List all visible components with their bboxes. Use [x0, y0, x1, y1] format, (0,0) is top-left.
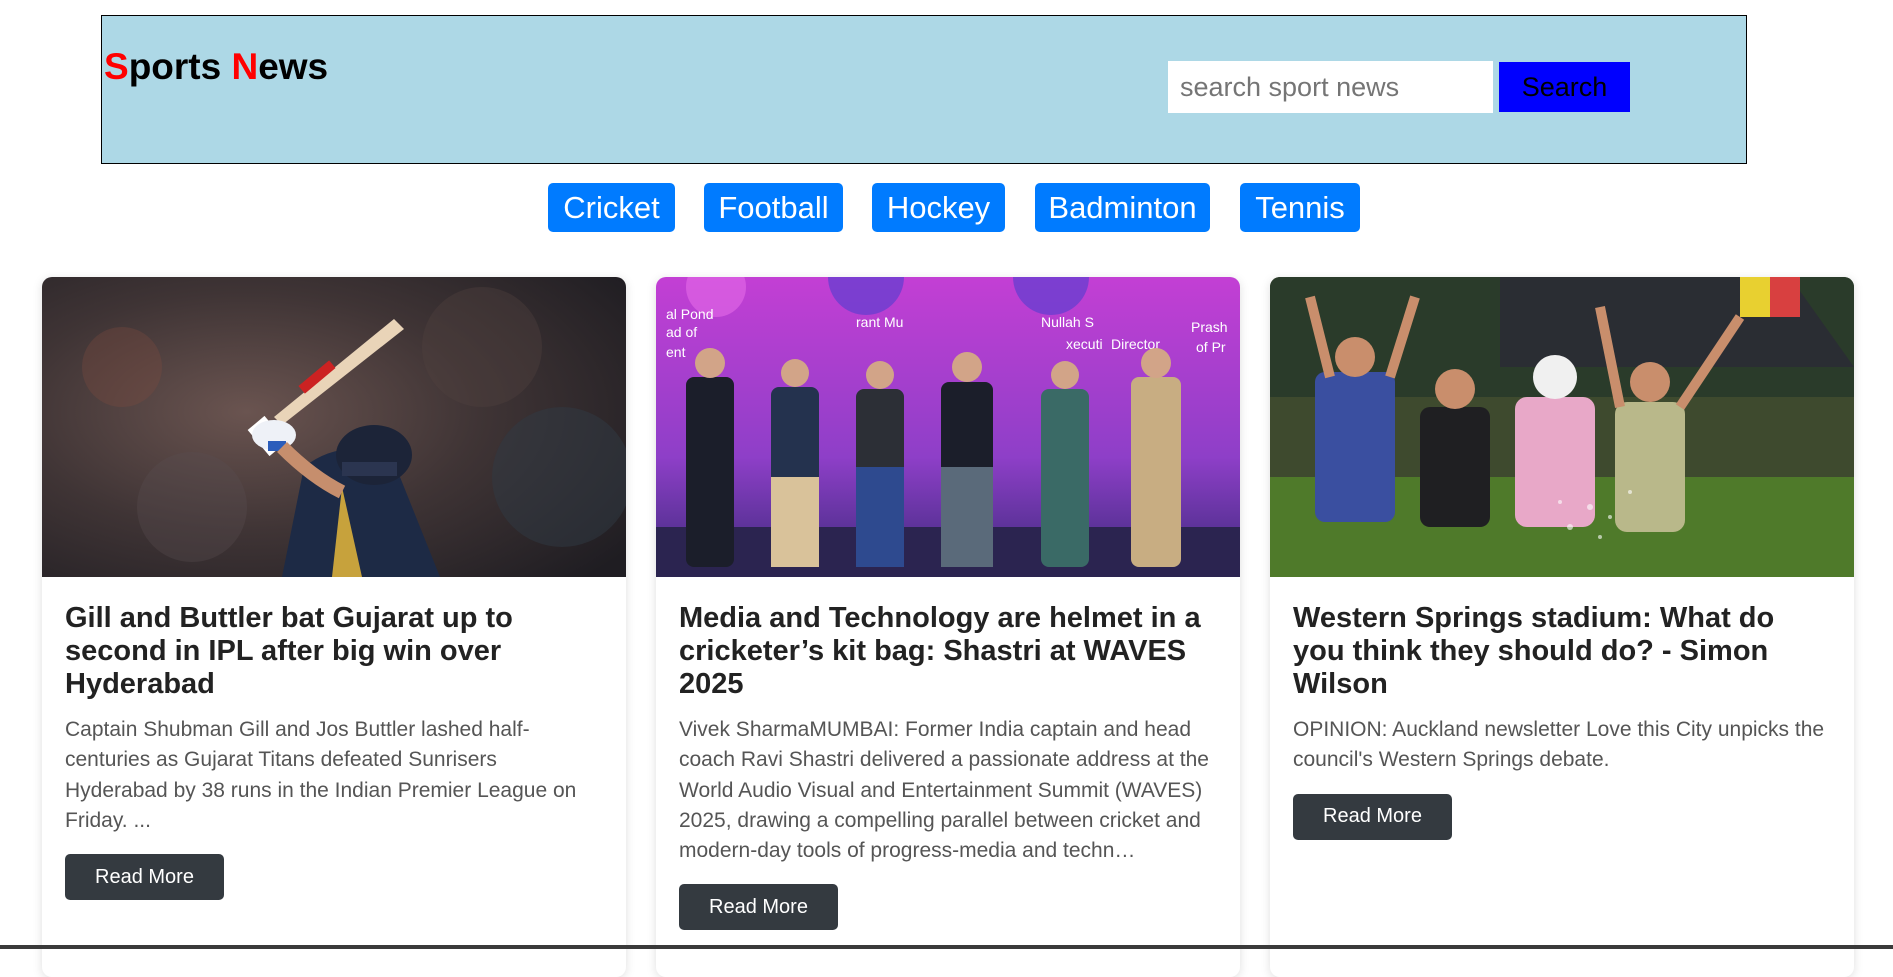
site-logo[interactable]: Sports News — [104, 46, 328, 88]
card-body: Gill and Buttler bat Gujarat up to secon… — [65, 602, 605, 901]
nav-button-hockey[interactable]: Hockey — [872, 183, 1005, 232]
logo-initial-s: S — [104, 46, 129, 87]
read-more-button[interactable]: Read More — [65, 854, 224, 901]
card-image[interactable] — [1270, 277, 1854, 577]
svg-text:ad of: ad of — [666, 324, 697, 340]
article-summary: Vivek SharmaMUMBAI: Former India captain… — [679, 718, 1209, 863]
logo-text-ports: ports — [128, 46, 232, 87]
card-image[interactable] — [42, 277, 626, 577]
nav-button-tennis[interactable]: Tennis — [1240, 183, 1360, 232]
read-more-button[interactable]: Read More — [1293, 793, 1452, 840]
article-summary: OPINION: Auckland newsletter Love this C… — [1293, 718, 1825, 772]
window-bottom-edge — [0, 945, 1893, 949]
site-header: Sports News Search — [101, 15, 1747, 164]
card-body: Media and Technology are helmet in a cri… — [679, 602, 1219, 931]
festival-crowd-rain-photo — [1270, 277, 1854, 577]
card-image[interactable]: al Pond ad of ent rant Mu Nullah S xecut… — [656, 277, 1240, 577]
article-summary: Captain Shubman Gill and Jos Buttler las… — [65, 718, 577, 832]
svg-text:of Pr: of Pr — [1196, 339, 1226, 355]
nav-button-football[interactable]: Football — [704, 183, 843, 232]
search-button[interactable]: Search — [1499, 62, 1630, 112]
svg-text:rant Mu: rant Mu — [856, 314, 903, 330]
article-title[interactable]: Western Springs stadium: What do you thi… — [1293, 602, 1833, 701]
news-card: Western Springs stadium: What do you thi… — [1270, 277, 1854, 977]
svg-text:ent: ent — [666, 344, 686, 360]
svg-text:Nullah S: Nullah S — [1041, 314, 1094, 330]
nav-button-badminton[interactable]: Badminton — [1035, 183, 1210, 232]
cricket-batsman-photo — [42, 277, 626, 577]
logo-initial-n: N — [231, 46, 259, 87]
svg-text:Prash: Prash — [1191, 319, 1228, 335]
news-card: Gill and Buttler bat Gujarat up to secon… — [42, 277, 626, 977]
panel-stage-photo: al Pond ad of ent rant Mu Nullah S xecut… — [656, 277, 1240, 577]
news-card: al Pond ad of ent rant Mu Nullah S xecut… — [656, 277, 1240, 977]
svg-text:xecuti: xecuti — [1066, 336, 1103, 352]
card-body: Western Springs stadium: What do you thi… — [1293, 602, 1833, 840]
article-title[interactable]: Gill and Buttler bat Gujarat up to secon… — [65, 602, 605, 701]
svg-text:al Pond: al Pond — [666, 306, 713, 322]
logo-text-ews: ews — [258, 46, 329, 87]
article-title[interactable]: Media and Technology are helmet in a cri… — [679, 602, 1219, 701]
nav-button-cricket[interactable]: Cricket — [548, 183, 675, 232]
search-input[interactable] — [1168, 61, 1493, 113]
category-nav: Cricket Football Hockey Badminton Tennis — [0, 183, 1893, 232]
read-more-button[interactable]: Read More — [679, 884, 838, 931]
